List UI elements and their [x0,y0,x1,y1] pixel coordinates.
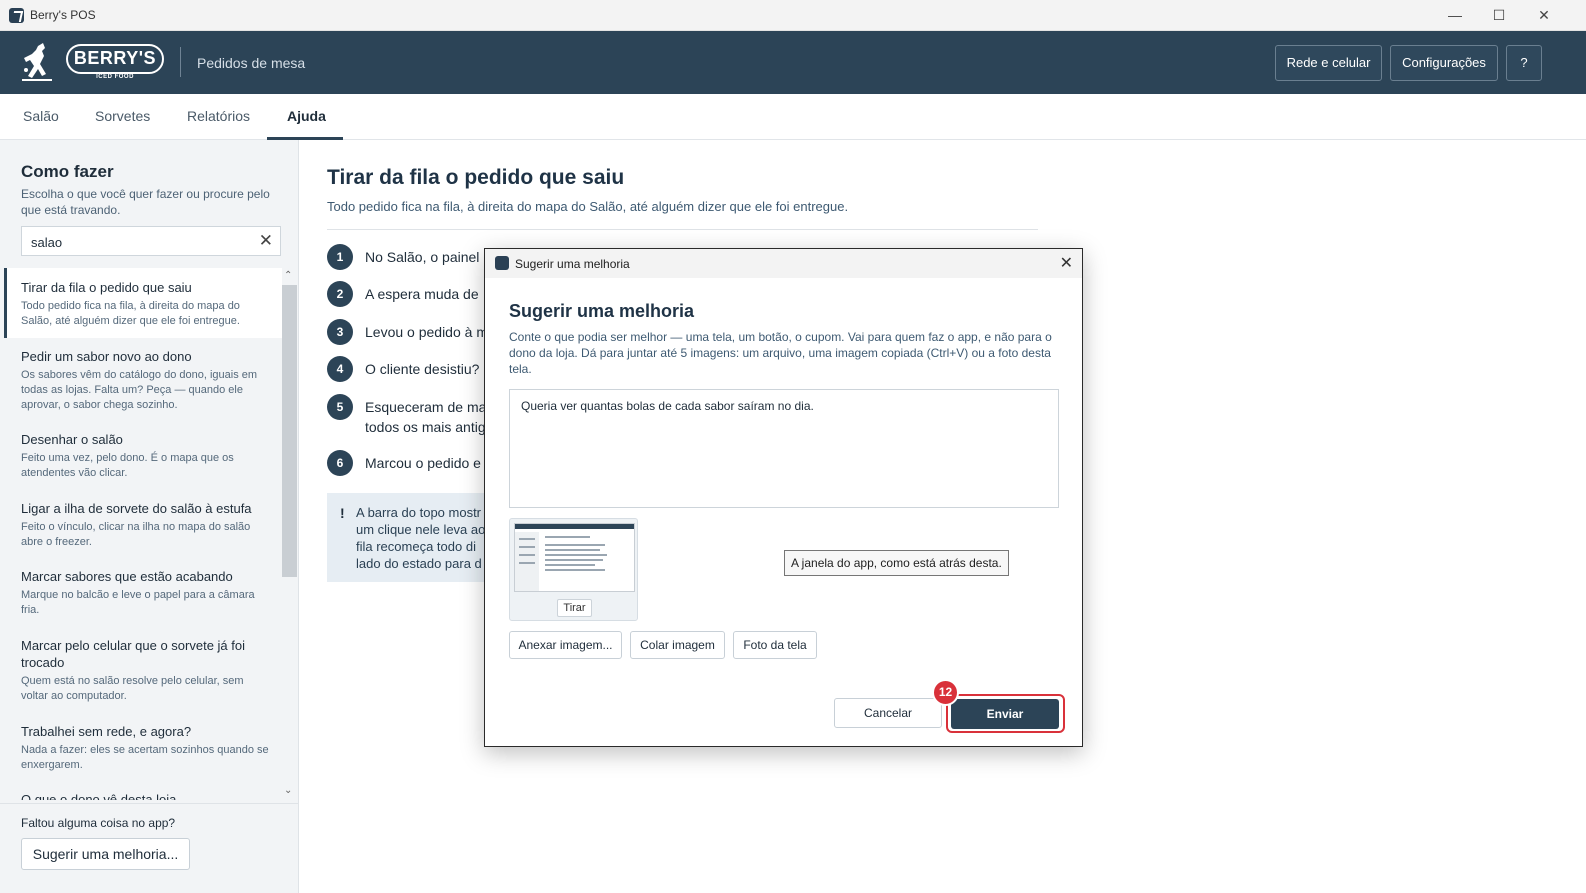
help-button[interactable]: ? [1506,45,1542,81]
header-divider [180,47,181,77]
tab-ajuda[interactable]: Ajuda [287,108,326,124]
footer-question: Faltou alguma coisa no app? [21,816,176,830]
thumbnail-tooltip: A janela do app, como está atrás desta. [784,550,1009,576]
attached-image-card: Tirar [509,518,638,621]
page-title: Tirar da fila o pedido que saiu [327,166,625,189]
step-text: Marcou o pedido e [365,455,481,471]
dialog-heading: Sugerir uma melhoria [509,301,695,321]
scroll-down-icon[interactable]: ⌄ [284,785,292,796]
info-icon: ! [340,505,345,521]
brand-logo-subtitle: ICED FOOD [96,74,134,80]
close-window-icon[interactable]: ✕ [1529,5,1559,25]
suggest-improvement-dialog: Sugerir uma melhoria ✕ Sugerir uma melho… [484,248,1083,747]
tab-salao[interactable]: Salão [23,108,59,124]
help-topic-item[interactable]: Marcar sabores que estão acabando Marque… [4,568,282,618]
window-titlebar: Berry's POS — ☐ ✕ [0,0,1586,31]
help-topic-desc: Marque no balcão e leve o papel para a c… [21,589,255,616]
help-topic-item[interactable]: Pedir um sabor novo ao dono Os sabores v… [4,348,282,413]
tab-relatorios[interactable]: Relatórios [187,108,250,124]
minimize-icon[interactable]: — [1440,5,1470,25]
help-topic-desc: Nada a fazer: eles se acertam sozinhos q… [21,744,269,771]
step-badge: 12 [932,679,959,706]
step-number: 6 [327,450,353,476]
maximize-icon[interactable]: ☐ [1484,5,1514,25]
step-number: 1 [327,244,353,270]
search-value: salao [31,235,63,250]
paste-image-button[interactable]: Colar imagem [630,631,725,659]
sidebar-footer: Faltou alguma coisa no app? Sugerir uma … [0,803,298,893]
mascot-logo-icon [22,43,52,81]
step-number: 3 [327,319,353,345]
screenshot-thumbnail [514,523,635,592]
help-topic-title: Marcar sabores que estão acabando [21,569,233,584]
help-sidebar: Como fazer Escolha o que você quer fazer… [0,140,299,893]
brand-logo: BERRY'S [66,44,164,74]
page-subtitle: Todo pedido fica na fila, à direita do m… [327,199,849,214]
tab-sorvetes[interactable]: Sorvetes [95,108,150,124]
step-text: A espera muda de [365,286,479,302]
step-number: 4 [327,356,353,382]
remove-image-button[interactable]: Tirar [557,599,592,617]
help-topic-title: Ligar a ilha de sorvete do salão à estuf… [21,501,252,516]
cancel-button[interactable]: Cancelar [834,698,942,728]
step-text: O cliente desistiu? [365,361,480,377]
step-text: No Salão, o painel [365,249,480,265]
info-note-text: A barra do topo mostr um clique nele lev… [356,504,487,572]
step-text: Levou o pedido à m [365,324,488,340]
help-topic-title: Desenhar o salão [21,432,123,447]
attach-image-button[interactable]: Anexar imagem... [509,631,622,659]
help-topic-title: O que o dono vê desta loja [21,792,177,800]
note-line: fila recomeça todo di [356,539,476,554]
help-topic-desc: Feito o vínculo, clicar na ilha no mapa … [21,521,251,548]
network-button[interactable]: Rede e celular [1275,45,1382,81]
help-topic-item[interactable]: Desenhar o salão Feito uma vez, pelo don… [4,431,282,481]
step-number: 2 [327,281,353,307]
suggest-improvement-button[interactable]: Sugerir uma melhoria... [21,838,190,870]
help-topic-item[interactable]: O que o dono vê desta loja [4,791,282,800]
window-title: Berry's POS [30,8,96,22]
dialog-window-title: Sugerir uma melhoria [515,257,630,271]
suggestion-textarea[interactable]: Queria ver quantas bolas de cada sabor s… [509,389,1059,508]
title-divider [327,229,1038,230]
header-subtitle: Pedidos de mesa [197,55,306,71]
help-topic-title: Trabalhei sem rede, e agora? [21,724,192,739]
info-note: ! A barra do topo mostr um clique nele l… [327,493,487,582]
help-topic-desc: Feito uma vez, pelo dono. É o mapa que o… [21,452,234,479]
close-dialog-icon[interactable]: ✕ [1060,253,1073,273]
suggestion-text: Queria ver quantas bolas de cada sabor s… [521,399,814,413]
main-tabs: Salão Sorvetes Relatórios Ajuda [0,94,1586,140]
screenshot-button[interactable]: Foto da tela [733,631,817,659]
dialog-description: Conte o que podia ser melhor — uma tela,… [509,330,1052,376]
help-topic-item[interactable]: Marcar pelo celular que o sorvete já foi… [4,637,282,704]
help-topic-item[interactable]: Tirar da fila o pedido que saiu Todo ped… [4,268,282,338]
step-text-line2: todos os mais antig [365,419,486,435]
step-text: Esqueceram de ma [365,399,487,415]
scroll-up-icon[interactable]: ⌃ [284,270,292,281]
help-topic-title: Pedir um sabor novo ao dono [21,349,192,364]
dialog-titlebar: Sugerir uma melhoria ✕ [485,249,1082,278]
step-number: 5 [327,394,353,420]
note-line: lado do estado para d [356,556,482,571]
app-header: BERRY'S ICED FOOD Pedidos de mesa Rede e… [0,31,1586,94]
note-line: um clique nele leva ao [356,522,486,537]
sidebar-title: Como fazer [21,162,114,181]
app-icon [495,256,509,270]
sidebar-scroll-thumb[interactable] [282,285,297,577]
note-line: A barra do topo mostr [356,505,482,520]
help-topic-desc: Todo pedido fica na fila, à direita do m… [21,300,240,327]
help-search-input[interactable]: salao ✕ [21,226,281,256]
sidebar-description: Escolha o que você quer fazer ou procure… [21,187,270,217]
help-topic-list: Tirar da fila o pedido que saiu Todo ped… [4,268,282,800]
send-button[interactable]: Enviar [951,699,1059,729]
clear-search-icon[interactable]: ✕ [259,231,273,251]
help-topic-title: Marcar pelo celular que o sorvete já foi… [21,638,246,670]
help-topic-item[interactable]: Ligar a ilha de sorvete do salão à estuf… [4,500,282,550]
settings-button[interactable]: Configurações [1390,45,1498,81]
help-topic-item[interactable]: Trabalhei sem rede, e agora? Nada a faze… [4,723,282,773]
help-topic-desc: Quem está no salão resolve pelo celular,… [21,675,244,702]
help-topic-desc: Os sabores vêm do catálogo do dono, igua… [21,369,258,411]
help-topic-title: Tirar da fila o pedido que saiu [21,280,192,295]
app-icon [9,8,24,23]
